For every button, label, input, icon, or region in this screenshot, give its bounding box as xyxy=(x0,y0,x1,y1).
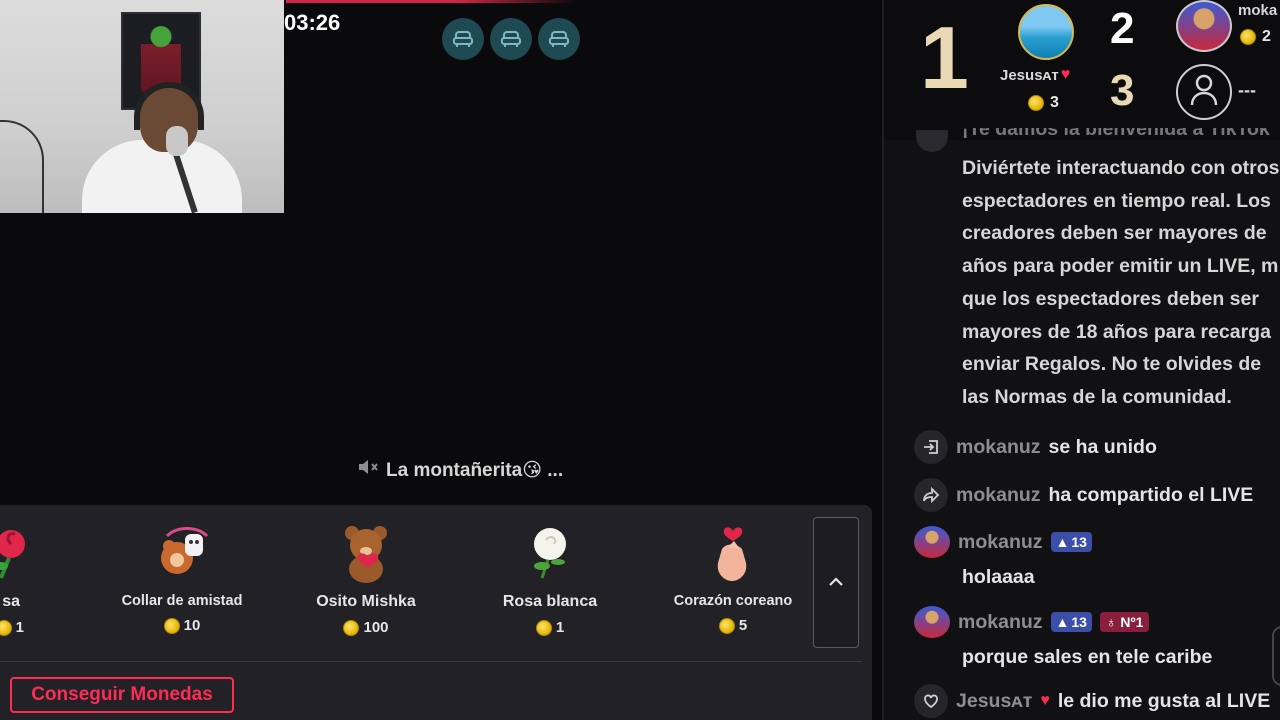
chat-username[interactable]: mokanuz xyxy=(956,436,1041,459)
welcome-message: Diviértete interactuando con otros espec… xyxy=(962,152,1280,414)
muted-speaker-icon[interactable] xyxy=(356,456,380,484)
scroll-indicator[interactable] xyxy=(1272,626,1280,686)
level-badge: ▲ 13 xyxy=(1050,532,1092,552)
welcome-line: mayores de 18 años para recarga xyxy=(962,320,1271,343)
coin-icon xyxy=(1028,95,1044,111)
gifter-coins: 3 xyxy=(1028,94,1059,112)
avatar[interactable] xyxy=(914,526,950,558)
chat-username[interactable]: mokanuz xyxy=(956,484,1041,507)
gift-item[interactable]: Osito Mishka 100 xyxy=(291,517,441,636)
coin-icon xyxy=(718,617,735,634)
welcome-line: que los espectadores deben ser xyxy=(962,287,1259,310)
avatar[interactable] xyxy=(1018,4,1074,60)
chat-text: se ha unido xyxy=(1048,435,1157,458)
gift-item[interactable]: Rosa blanca 1 xyxy=(475,517,625,636)
share-icon xyxy=(914,478,948,512)
webcam-overlay xyxy=(0,0,284,213)
gift-name: Corazón coreano xyxy=(673,593,793,609)
gift-item[interactable]: Corazón coreano 5 xyxy=(658,517,808,634)
fan-icon: ♁ xyxy=(1105,614,1117,630)
stream-timer: 03:26 xyxy=(284,10,341,35)
coin-icon xyxy=(163,617,180,634)
chat-text: holaaaa xyxy=(962,566,1035,588)
teddy-bear-icon xyxy=(291,517,441,587)
gift-price: 10 xyxy=(107,617,257,634)
coin-icon xyxy=(1240,29,1256,45)
rose-icon xyxy=(0,517,80,587)
heart-icon: ♥ xyxy=(1040,692,1050,709)
chat-message: Jesusᴀᴛ ♥ le dio me gusta al LIVE xyxy=(914,684,1280,718)
top-gifters-ranking: 1 Jesusᴀᴛ ♥ 3 2 moka 2 3 --- xyxy=(884,0,1280,140)
get-coins-button[interactable]: Conseguir Monedas xyxy=(10,677,234,713)
welcome-line: años para poder emitir un LIVE, m xyxy=(962,255,1279,278)
info-icon xyxy=(916,130,948,152)
chat-message: mokanuz ▲ 13 ♁ Nº1 porque sales en tele c… xyxy=(914,606,1280,669)
chat-panel: 1 Jesusᴀᴛ ♥ 3 2 moka 2 3 --- ¡Te damos la… xyxy=(884,0,1280,720)
welcome-line: espectadores en tiempo real. Los xyxy=(962,189,1271,212)
level-badge: ▲ 13 xyxy=(1050,612,1092,632)
gift-name: Osito Mishka xyxy=(316,593,416,610)
progress-line xyxy=(286,0,576,3)
join-icon xyxy=(914,430,948,464)
rank-number-1: 1 xyxy=(920,8,969,107)
avatar[interactable] xyxy=(1176,0,1232,52)
live-stream-view: 03:26 La montañerita😘 ... sa 1 Collar de… xyxy=(0,0,882,720)
chat-text: porque sales en tele caribe xyxy=(962,646,1213,668)
chat-username[interactable]: Jesusᴀᴛ xyxy=(956,690,1032,713)
chevron-up-icon xyxy=(828,574,844,592)
audio-ticker: La montañerita😘 ... xyxy=(356,456,563,484)
expand-gifts-button[interactable] xyxy=(813,517,859,648)
level-icon: ▲ xyxy=(1055,614,1070,630)
coin-icon xyxy=(343,619,360,636)
chat-username[interactable]: mokanuz xyxy=(958,531,1043,554)
rank-number-2: 2 xyxy=(1110,4,1135,53)
ticker-text: La montañerita😘 ... xyxy=(386,459,564,481)
seat-icon[interactable] xyxy=(442,18,484,60)
seat-icon[interactable] xyxy=(538,18,580,60)
gift-panel: sa 1 Collar de amistad 10 Osito Mishka 1… xyxy=(0,505,872,720)
gift-price: 1 xyxy=(0,619,80,636)
gift-item[interactable]: sa 1 xyxy=(0,517,80,636)
welcome-text-cut: ¡Te damos la bienvenida a TikTok xyxy=(962,128,1270,140)
welcome-line: creadores deben ser mayores de xyxy=(962,222,1267,245)
chat-message: mokanuz ha compartido el LIVE xyxy=(914,478,1280,512)
divider xyxy=(0,661,862,662)
gift-price: 100 xyxy=(291,619,441,636)
korean-heart-icon xyxy=(658,517,808,587)
heart-icon: ♥ xyxy=(1060,66,1071,83)
coin-icon xyxy=(0,619,12,636)
fan-badge: ♁ Nº1 xyxy=(1099,612,1150,632)
cable xyxy=(0,120,44,213)
user-icon xyxy=(1189,73,1219,112)
chat-text: le dio me gusta al LIVE xyxy=(1057,689,1271,712)
chat-text: ha compartido el LIVE xyxy=(1048,483,1254,506)
gift-name: Collar de amistad xyxy=(121,593,243,609)
empty-avatar xyxy=(1176,64,1232,120)
heart-outline-icon xyxy=(914,684,948,718)
chat-message: mokanuz ▲ 13 holaaaa xyxy=(914,526,1280,589)
white-rose-icon xyxy=(475,517,625,587)
gift-name: sa xyxy=(2,593,20,610)
chat-username[interactable]: mokanuz xyxy=(958,611,1043,634)
gifter-name: --- xyxy=(1238,80,1256,100)
welcome-line: Diviértete interactuando con otros xyxy=(962,157,1280,179)
friendship-necklace-icon xyxy=(107,517,257,587)
coin-icon xyxy=(535,619,552,636)
guest-seats xyxy=(442,18,580,60)
gift-name: Rosa blanca xyxy=(502,593,598,610)
gift-price: 5 xyxy=(658,617,808,634)
gifter-name[interactable]: moka xyxy=(1238,2,1277,19)
gift-price: 1 xyxy=(475,619,625,636)
welcome-line: enviar Regalos. No te olvides de xyxy=(962,353,1262,376)
microphone xyxy=(166,126,188,156)
welcome-line: las Normas de la comunidad. xyxy=(962,385,1232,408)
level-icon: ▲ xyxy=(1055,534,1070,550)
gift-item[interactable]: Collar de amistad 10 xyxy=(107,517,257,634)
gifter-coins: 2 xyxy=(1240,28,1271,46)
gifter-name[interactable]: Jesusᴀᴛ ♥ xyxy=(1000,66,1070,84)
rank-number-3: 3 xyxy=(1110,66,1135,115)
avatar[interactable] xyxy=(914,606,950,638)
seat-icon[interactable] xyxy=(490,18,532,60)
chat-message: mokanuz se ha unido xyxy=(914,430,1280,464)
